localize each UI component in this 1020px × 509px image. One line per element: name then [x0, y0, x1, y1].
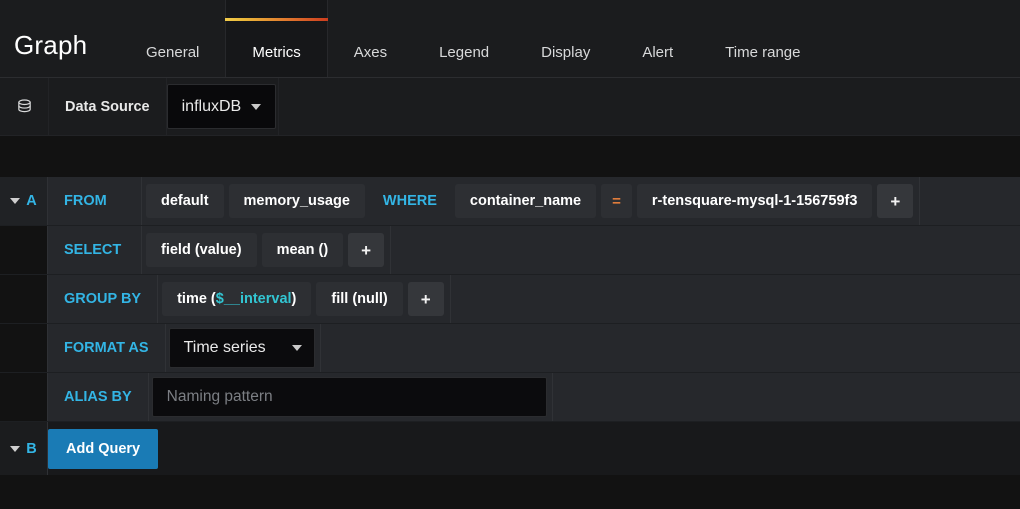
page-background: [0, 475, 1020, 501]
add-group-by-button[interactable]: +: [407, 282, 444, 316]
query-gutter-b[interactable]: B: [0, 422, 48, 475]
query-letter: A: [26, 193, 37, 209]
editor-tabs: General Metrics Axes Legend Display Aler…: [120, 0, 826, 77]
tab-label: Legend: [439, 44, 490, 61]
group-by-time-prefix: time (: [177, 291, 216, 307]
format-as-keyword[interactable]: FORMAT AS: [48, 324, 166, 372]
add-select-button[interactable]: +: [348, 233, 385, 267]
alias-by-input[interactable]: [151, 377, 547, 417]
from-keyword[interactable]: FROM: [48, 177, 142, 225]
from-row-filler: [919, 177, 1020, 225]
group-by-time-segment[interactable]: time ($__interval): [162, 282, 312, 316]
add-query-button[interactable]: Add Query: [48, 428, 159, 469]
select-row-filler: [390, 226, 1020, 274]
datasource-select[interactable]: influxDB: [166, 84, 277, 129]
tab-label: Axes: [353, 44, 388, 61]
group-by-fill-segment[interactable]: fill (null): [316, 282, 403, 316]
datasource-row: Data Source influxDB: [0, 78, 1020, 136]
query-row-body: FORMAT AS Time series: [48, 324, 1020, 372]
group-by-keyword[interactable]: GROUP BY: [48, 275, 159, 323]
retention-policy-segment[interactable]: default: [146, 184, 224, 218]
query-row-from: A FROM default memory_usage WHERE contai…: [0, 177, 1020, 226]
query-gutter-empty-select: [0, 226, 48, 274]
query-gutter-empty-alias: [0, 373, 48, 421]
query-row-add: B Add Query: [0, 422, 1020, 475]
tab-alert[interactable]: Alert: [616, 0, 699, 77]
group-by-time-suffix: ): [291, 291, 297, 307]
tab-label: Alert: [642, 44, 674, 61]
add-where-button[interactable]: +: [877, 184, 914, 218]
where-keyword[interactable]: WHERE: [369, 177, 451, 225]
tab-display[interactable]: Display: [515, 0, 616, 77]
add-query-body: Add Query: [48, 422, 1020, 475]
query-gutter-empty-groupby: [0, 275, 48, 323]
alias-by-row-filler: [551, 373, 1020, 421]
group-by-row-filler: [449, 275, 1020, 323]
tab-time-range[interactable]: Time range: [699, 0, 826, 77]
group-by-time-variable: $__interval: [215, 291, 292, 307]
panel-editor-header: Graph General Metrics Axes Legend Displa…: [0, 0, 1020, 78]
chevron-down-icon: [291, 345, 302, 351]
section-divider: [0, 136, 1020, 177]
next-query-letter: B: [26, 440, 37, 457]
add-query-row-filler: [161, 422, 1020, 475]
datasource-row-filler: [278, 78, 1020, 135]
tab-label: Metrics: [252, 44, 301, 61]
query-row-group-by: GROUP BY time ($__interval) fill (null) …: [0, 275, 1020, 324]
tab-label: General: [146, 44, 200, 61]
tab-label: Display: [541, 44, 591, 61]
datasource-icon-cell: [0, 78, 49, 135]
query-gutter-empty-format: [0, 324, 48, 372]
format-as-row-filler: [319, 324, 1020, 372]
query-row-format-as: FORMAT AS Time series: [0, 324, 1020, 373]
datasource-label: Data Source: [49, 78, 167, 135]
query-gutter-a[interactable]: A: [0, 177, 48, 225]
select-field-segment[interactable]: field (value): [146, 233, 257, 267]
where-tag-value-segment[interactable]: r-tensquare-mysql-1-156759f3: [636, 184, 873, 218]
datasource-value: influxDB: [181, 97, 242, 115]
where-operator-segment[interactable]: =: [601, 184, 632, 218]
format-as-select[interactable]: Time series: [168, 328, 315, 368]
alias-by-keyword[interactable]: ALIAS BY: [48, 373, 149, 421]
caret-down-icon[interactable]: [10, 198, 21, 204]
query-editor-a: A FROM default memory_usage WHERE contai…: [0, 177, 1020, 475]
database-icon: [17, 99, 31, 113]
tab-legend[interactable]: Legend: [413, 0, 515, 77]
measurement-segment[interactable]: memory_usage: [228, 184, 365, 218]
chevron-down-icon: [251, 103, 262, 110]
query-row-body: FROM default memory_usage WHERE containe…: [48, 177, 1020, 225]
query-row-select: SELECT field (value) mean () +: [0, 226, 1020, 275]
query-row-body: SELECT field (value) mean () +: [48, 226, 1020, 274]
caret-down-icon[interactable]: [10, 445, 21, 452]
select-keyword[interactable]: SELECT: [48, 226, 142, 274]
tab-metrics[interactable]: Metrics: [225, 0, 329, 77]
query-row-alias-by: ALIAS BY: [0, 373, 1020, 422]
tab-axes[interactable]: Axes: [328, 0, 413, 77]
tab-label: Time range: [725, 44, 801, 61]
query-row-body: ALIAS BY: [48, 373, 1020, 421]
where-tag-key-segment[interactable]: container_name: [454, 184, 597, 218]
tab-general[interactable]: General: [120, 0, 225, 77]
select-aggregate-segment[interactable]: mean (): [261, 233, 344, 267]
page-title: Graph: [14, 30, 88, 60]
query-row-body: GROUP BY time ($__interval) fill (null) …: [48, 275, 1020, 323]
format-as-value: Time series: [183, 339, 266, 356]
